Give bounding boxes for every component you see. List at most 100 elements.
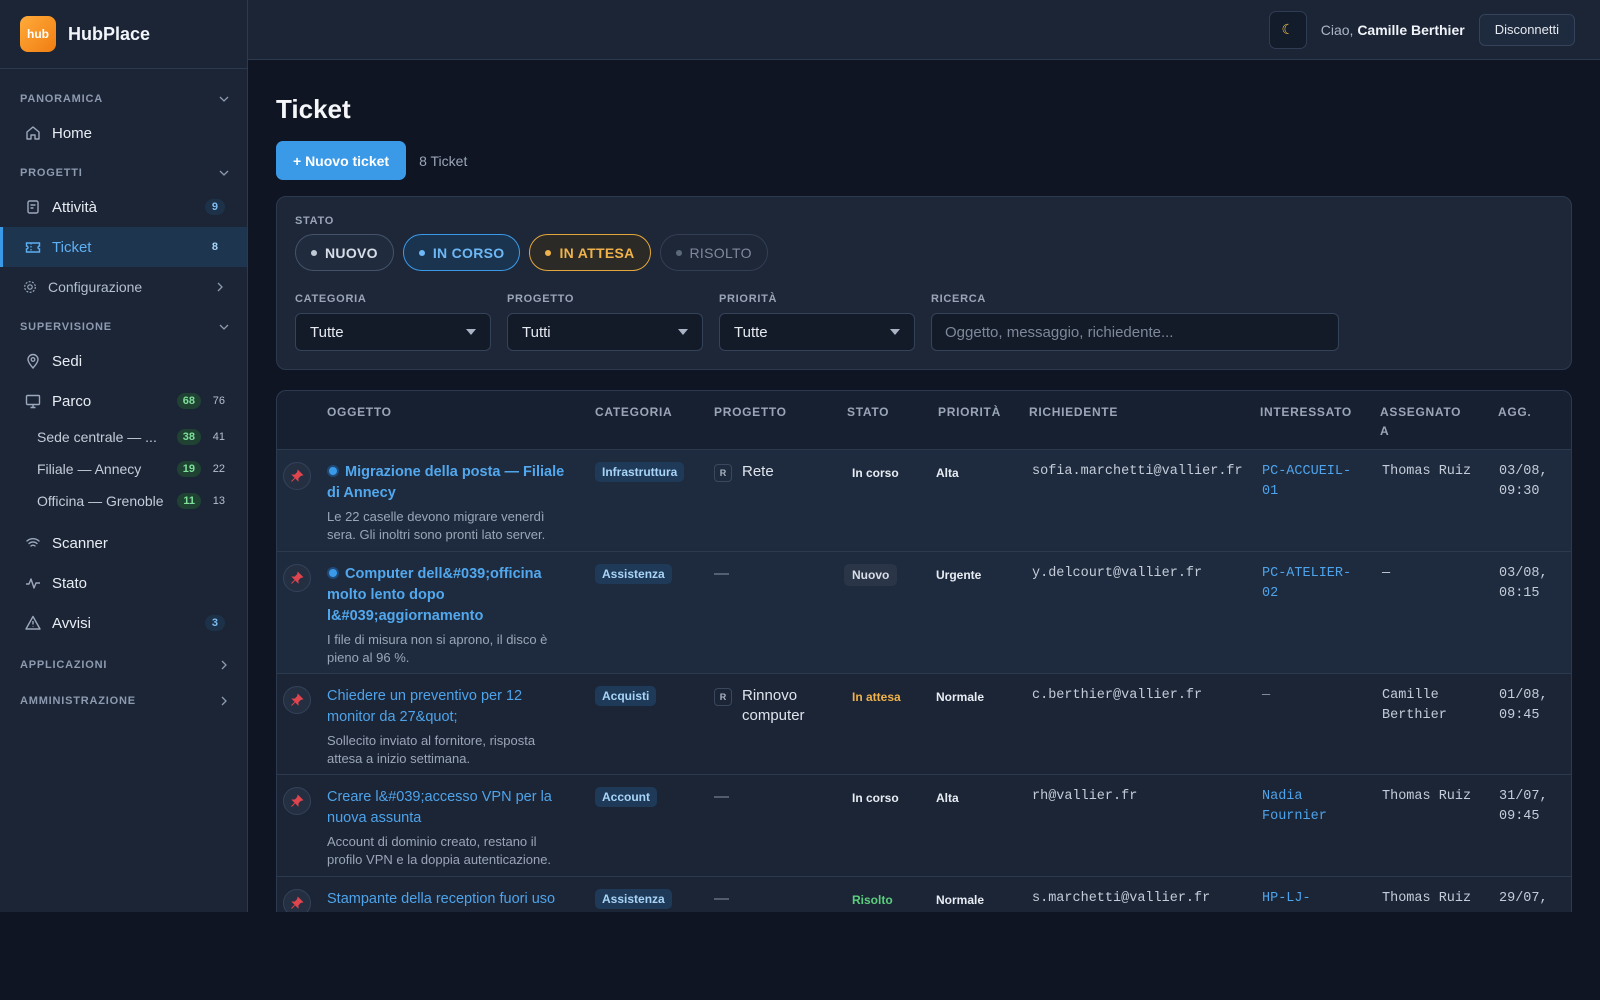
sidebar-item-scanner[interactable]: Scanner [0,523,247,563]
page-content: Ticket + Nuovo ticket 8 Ticket STATO NUO… [248,60,1600,912]
sidebar-item-label: Parco [52,392,92,410]
sidebar-item-label: Ticket [52,238,92,256]
sidebar-item-parco[interactable]: Parco 68 76 [0,381,247,421]
progetto-select[interactable]: Tutti [507,313,703,351]
ticket-project: R Rinnovo computer [714,686,834,726]
project-badge: R [714,464,732,482]
sidebar-item-sedi[interactable]: Sedi [0,341,247,381]
progetto-label: PROGETTO [507,293,575,305]
logout-button[interactable]: Disconnetti [1478,13,1575,46]
chevron-right-icon [221,660,227,670]
category-badge: Assistenza [595,564,672,584]
ticket-title-link[interactable]: Computer dell&#039;officina molto lento … [327,564,572,627]
priorita-select[interactable]: Tutte [719,313,915,351]
sidebar-item-ticket[interactable]: Ticket 8 [0,227,247,267]
pin-button[interactable] [283,564,311,592]
section-label: APPLICAZIONI [20,659,108,671]
col-progetto[interactable]: PROGETTO [714,403,787,422]
col-richiedente[interactable]: RICHIEDENTE [1029,403,1118,422]
category-badge: Account [595,787,657,807]
status-chip-risolto[interactable]: RISOLTO [659,234,768,271]
ticket-subject: Creare l&#039;accesso VPN per la nuova a… [327,787,572,869]
category-badge: Infrastruttura [595,462,685,482]
project-name: Rete [742,463,774,480]
chevron-down-icon [219,324,229,330]
site-online-badge: 11 [177,493,201,509]
section-progetti[interactable]: PROGETTI [0,159,247,187]
table-row[interactable]: Chiedere un preventivo per 12 monitor da… [277,674,1571,775]
concerned-link[interactable]: PC-ACCUEIL-01 [1262,462,1362,502]
new-ticket-button[interactable]: + Nuovo ticket [276,141,407,180]
pin-button[interactable] [283,889,311,912]
concerned-link[interactable]: PC-ATELIER-02 [1262,564,1362,604]
sidebar-item-avvisi[interactable]: Avvisi 3 [0,603,247,643]
ticket-title: Creare l&#039;accesso VPN per la nuova a… [327,789,552,826]
status-chip-in-attesa[interactable]: IN ATTESA [529,234,651,271]
ricerca-filter: RICERCA [931,293,1339,351]
search-input[interactable] [931,313,1339,351]
task-list-icon [27,200,39,214]
sidebar-site-item[interactable]: Filiale — Annecy 19 22 [0,453,247,485]
section-supervisione[interactable]: SUPERVISIONE [0,313,247,341]
ticket-description: Account di dominio creato, restano il pr… [327,834,552,867]
concerned-link[interactable]: HP-LJ-ACCUEIL [1262,889,1362,912]
status-dot [675,249,682,256]
page-actions: + Nuovo ticket 8 Ticket [276,141,1572,180]
sidebar-item-configurazione[interactable]: Configurazione [0,267,247,307]
col-priorita[interactable]: PRIORITÀ [938,403,1001,422]
sidebar-item-attivita[interactable]: Attività 9 [0,187,247,227]
ticket-title-link[interactable]: Stampante della reception fuori uso [327,889,572,910]
priority-label: Alta [936,791,959,805]
brand[interactable]: hub HubPlace [0,0,247,69]
section-applicazioni[interactable]: APPLICAZIONI [0,651,247,679]
categoria-select[interactable]: Tutte [295,313,491,351]
sidebar-site-item[interactable]: Sede centrale — ... 38 41 [0,421,247,453]
ticket-title-link[interactable]: Creare l&#039;accesso VPN per la nuova a… [327,787,572,829]
location-pin-icon [27,353,39,370]
site-label: Filiale — Annecy [37,461,142,477]
greeting-text: Ciao, [1320,21,1354,38]
section-panoramica[interactable]: PANORAMICA [0,85,247,113]
requester-email: s.marchetti@vallier.fr [1032,891,1211,906]
sidebar-item-label: Home [52,124,93,142]
table-row[interactable]: Migrazione della posta — Filiale di Anne… [277,450,1571,552]
table-row[interactable]: Creare l&#039;accesso VPN per la nuova a… [277,775,1571,877]
sidebar-nav: PANORAMICA Home PROGETTI Attività 9 Tick… [0,69,247,715]
col-categoria[interactable]: CATEGORIA [595,403,672,422]
ticket-title-link[interactable]: Migrazione della posta — Filiale di Anne… [327,462,572,504]
project-name: — [714,890,729,907]
sidebar-item-label: Sedi [52,352,83,370]
status-chip-in-corso[interactable]: IN CORSO [402,234,521,271]
sidebar-item-label: Avvisi [52,614,91,632]
col-oggetto[interactable]: OGGETTO [327,403,392,422]
pin-button[interactable] [283,462,311,490]
theme-toggle-button[interactable]: ☾ [1268,10,1307,49]
concerned-link[interactable]: Nadia Fournier [1262,787,1362,827]
sidebar-item-home[interactable]: Home [0,113,247,153]
section-amministrazione[interactable]: AMMINISTRAZIONE [0,687,247,715]
col-assegnato[interactable]: ASSEGNATO A [1380,403,1461,441]
site-label: Sede centrale — ... [37,429,157,445]
project-name: — [714,565,729,582]
pin-button[interactable] [283,686,311,714]
sidebar-site-item[interactable]: Officina — Grenoble 11 13 [0,485,247,517]
sidebar-item-stato[interactable]: Stato [0,563,247,603]
chip-label: RISOLTO [689,244,752,261]
category-badge: Acquisti [595,686,657,706]
table-row[interactable]: Stampante della reception fuori uso Assi… [277,877,1571,912]
status-badge: In corso [852,791,899,805]
unread-indicator [327,567,339,579]
attivita-count-badge: 9 [204,199,225,215]
requester-email: y.delcourt@vallier.fr [1032,566,1203,581]
concerned-value: — [1262,688,1271,703]
ticket-title-link[interactable]: Chiedere un preventivo per 12 monitor da… [327,686,572,728]
table-row[interactable]: Computer dell&#039;officina molto lento … [277,552,1571,674]
pin-button[interactable] [283,787,311,815]
col-agg[interactable]: AGG. [1498,403,1531,422]
section-label: PROGETTI [20,167,83,179]
status-chip-nuovo[interactable]: NUOVO [295,234,394,271]
col-stato[interactable]: STATO [847,403,889,422]
col-interessato[interactable]: INTERESSATO [1260,403,1352,422]
assignee: Thomas Ruiz [1382,891,1472,906]
ticket-description: Sollecito inviato al fornitore, risposta… [327,733,536,766]
